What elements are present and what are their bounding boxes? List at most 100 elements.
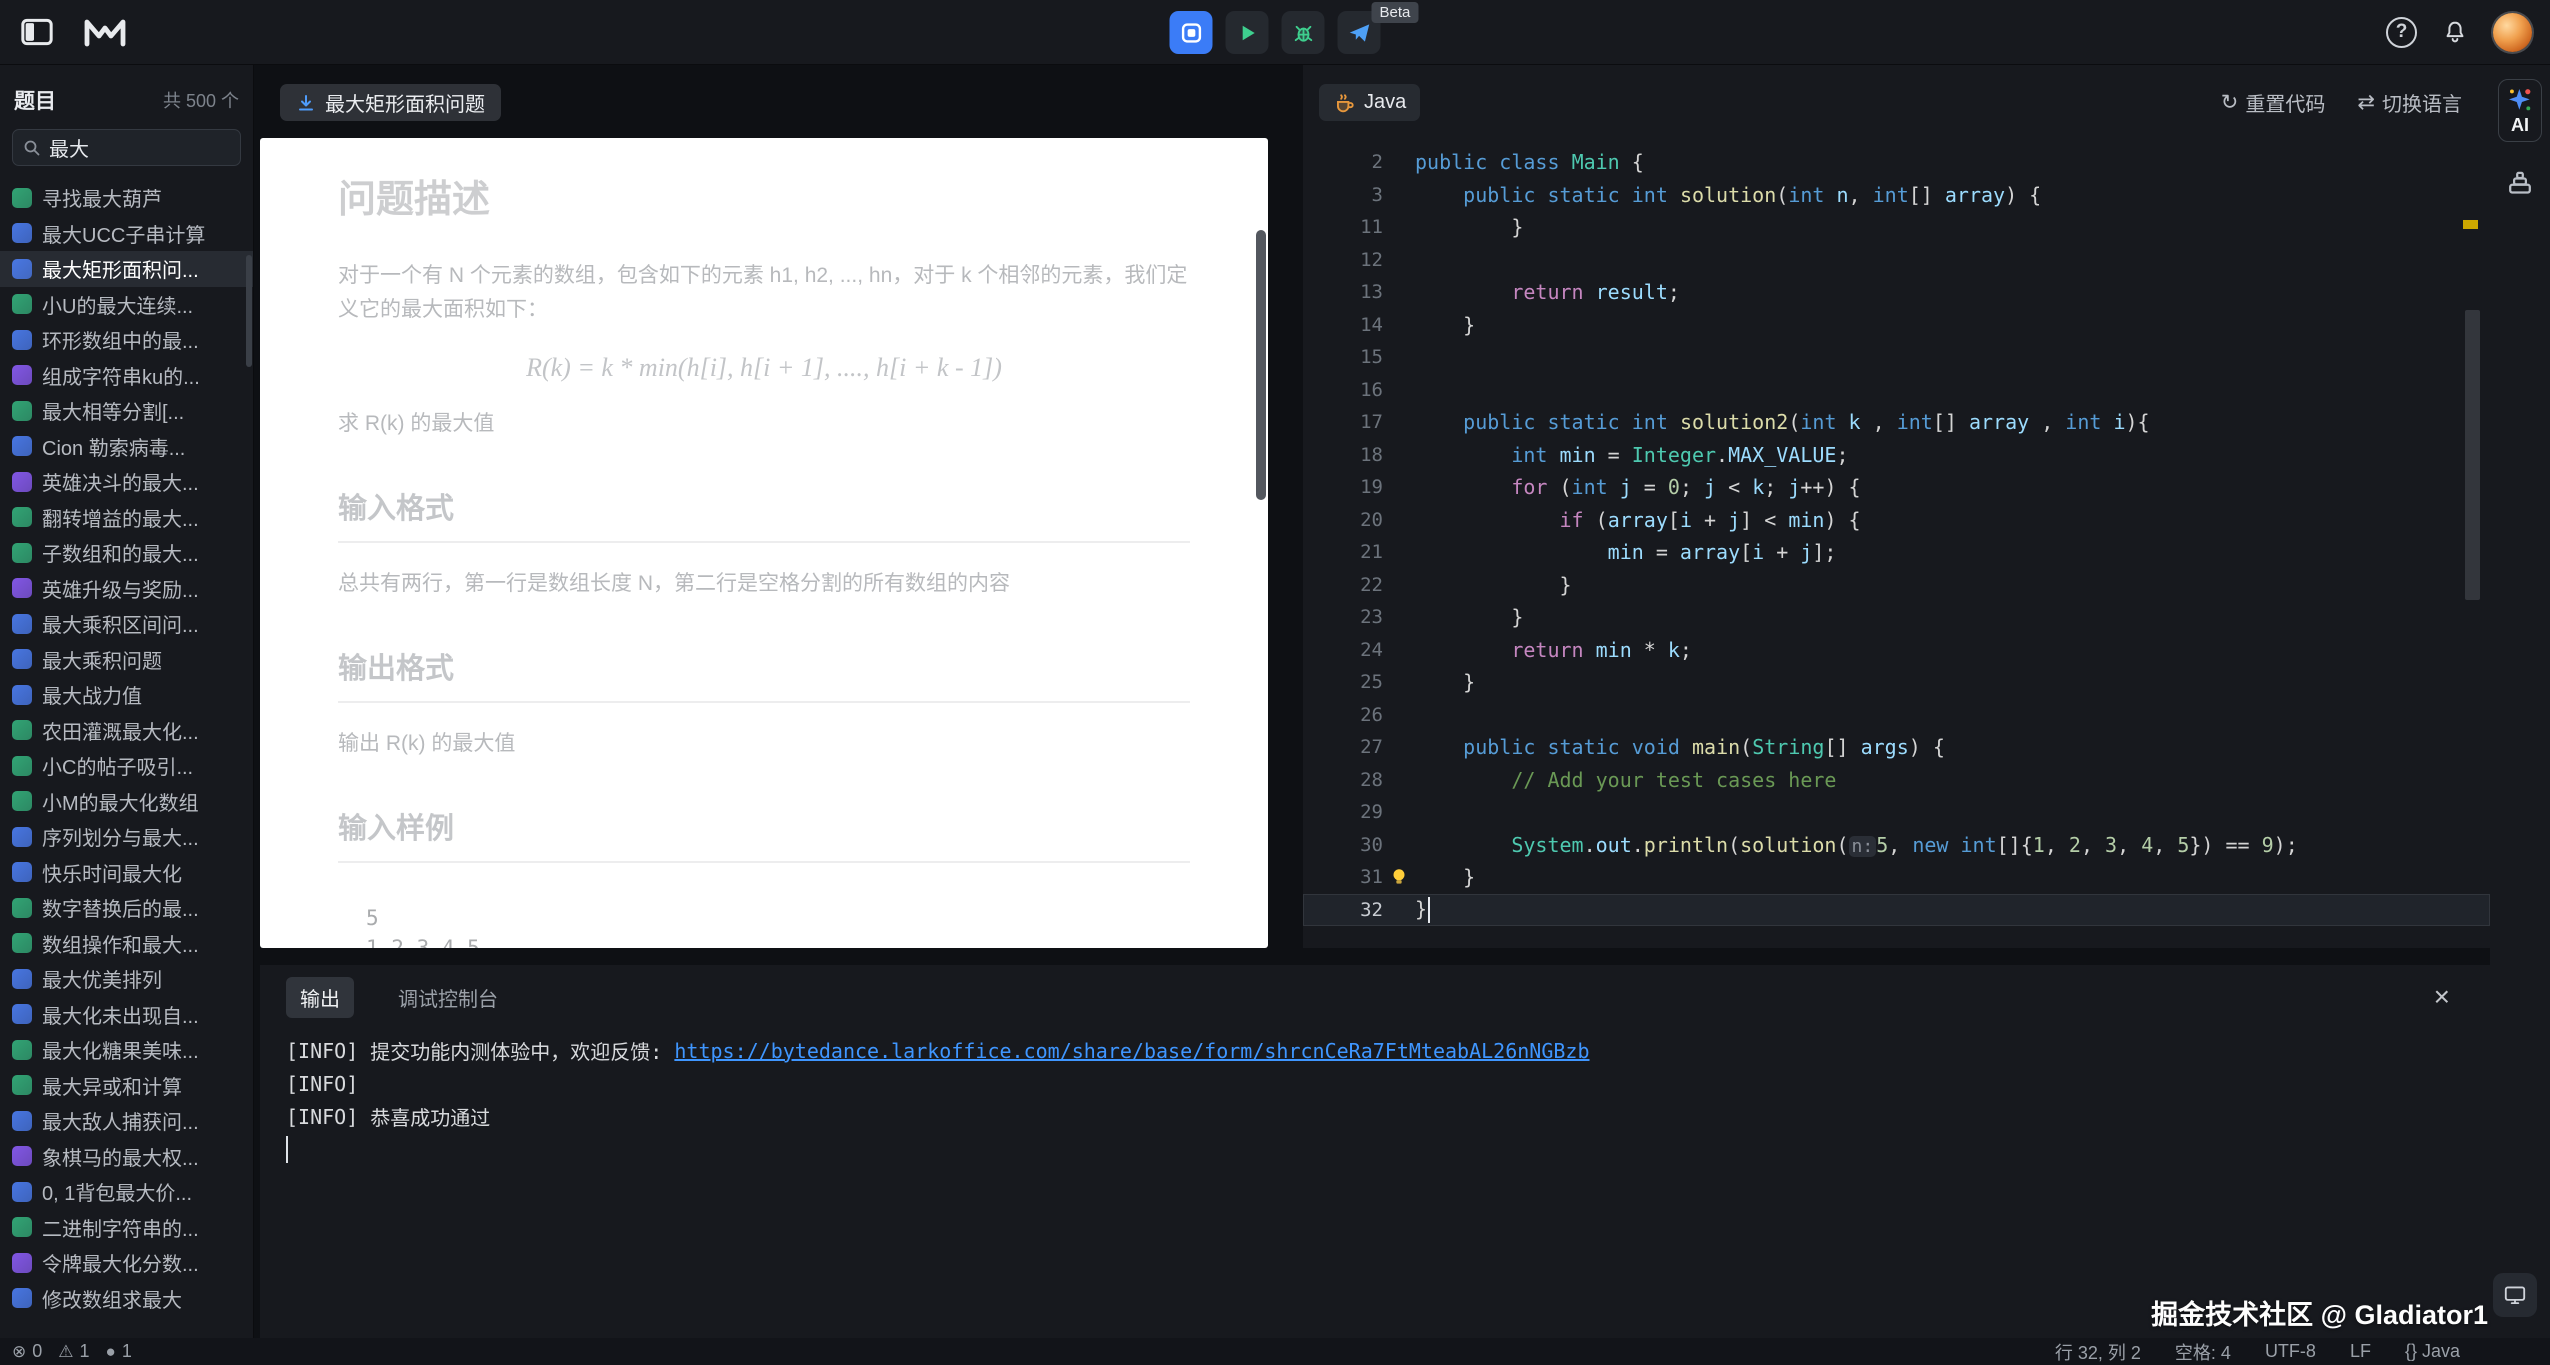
- problem-list-item[interactable]: 农田灌溉最大化...: [0, 713, 253, 749]
- debug-button[interactable]: [1282, 11, 1325, 54]
- status-segment[interactable]: {} Java: [2405, 1341, 2460, 1362]
- problem-list-item[interactable]: 最大化未出现自...: [0, 997, 253, 1033]
- code-line[interactable]: 18 int min = Integer.MAX_VALUE;: [1303, 439, 2490, 472]
- problem-list-item[interactable]: 数字替换后的最...: [0, 890, 253, 926]
- line-number[interactable]: 19: [1303, 476, 1383, 498]
- code-line[interactable]: 26: [1303, 699, 2490, 732]
- problem-list-item[interactable]: 子数组和的最大...: [0, 535, 253, 571]
- problem-list-item[interactable]: 二进制字符串的...: [0, 1210, 253, 1246]
- line-number[interactable]: 17: [1303, 411, 1383, 433]
- line-number[interactable]: 29: [1303, 801, 1383, 823]
- code-line[interactable]: 16: [1303, 374, 2490, 407]
- problem-list-item[interactable]: 最大矩形面积问...: [0, 251, 253, 287]
- problem-list-item[interactable]: 英雄升级与奖励...: [0, 571, 253, 607]
- line-number[interactable]: 16: [1303, 379, 1383, 401]
- warning-indicator[interactable]: ⚠1: [58, 1341, 89, 1362]
- code-line[interactable]: 23 }: [1303, 601, 2490, 634]
- problem-list-item[interactable]: 最大异或和计算: [0, 1068, 253, 1104]
- line-number[interactable]: 22: [1303, 574, 1383, 596]
- user-avatar[interactable]: [2493, 13, 2532, 52]
- line-number[interactable]: 20: [1303, 509, 1383, 531]
- editor-scrollbar[interactable]: [2465, 310, 2480, 600]
- problem-list-item[interactable]: 英雄决斗的最大...: [0, 464, 253, 500]
- code-area[interactable]: 2public class Main {3 public static int …: [1303, 146, 2490, 948]
- tab-output[interactable]: 输出: [286, 977, 354, 1018]
- circle-dot-indicator[interactable]: ●1: [106, 1341, 132, 1362]
- line-number[interactable]: 21: [1303, 541, 1383, 563]
- marscode-logo[interactable]: [82, 16, 128, 48]
- code-line[interactable]: 17 public static int solution2(int k , i…: [1303, 406, 2490, 439]
- line-number[interactable]: 14: [1303, 314, 1383, 336]
- line-number[interactable]: 28: [1303, 769, 1383, 791]
- problem-list-item[interactable]: 令牌最大化分数...: [0, 1245, 253, 1281]
- code-line[interactable]: 19 for (int j = 0; j < k; j++) {: [1303, 471, 2490, 504]
- line-number[interactable]: 30: [1303, 834, 1383, 856]
- sidebar-toggle-icon[interactable]: [20, 17, 54, 47]
- problem-list-item[interactable]: 小U的最大连续...: [0, 287, 253, 323]
- notifications-button[interactable]: [2441, 18, 2469, 46]
- problem-list-item[interactable]: 快乐时间最大化: [0, 855, 253, 891]
- code-line[interactable]: 20 if (array[i + j] < min) {: [1303, 504, 2490, 537]
- circle-cross-indicator[interactable]: ⊗0: [12, 1341, 42, 1362]
- problem-list-item[interactable]: 最大优美排列: [0, 961, 253, 997]
- status-segment[interactable]: UTF-8: [2265, 1341, 2316, 1362]
- device-preview-button[interactable]: [2493, 1273, 2537, 1317]
- problem-list-item[interactable]: 修改数组求最大: [0, 1281, 253, 1317]
- code-line[interactable]: 21 min = array[i + j];: [1303, 536, 2490, 569]
- code-line[interactable]: 12: [1303, 244, 2490, 277]
- problem-list-item[interactable]: 最大乘积区间问...: [0, 606, 253, 642]
- switch-language-button[interactable]: ⇄ 切换语言: [2357, 88, 2462, 117]
- code-line[interactable]: 11 }: [1303, 211, 2490, 244]
- submit-button[interactable]: Beta: [1338, 11, 1381, 54]
- problem-list-item[interactable]: 最大相等分割[...: [0, 393, 253, 429]
- help-button[interactable]: ?: [2386, 17, 2417, 48]
- line-number[interactable]: 11: [1303, 216, 1383, 238]
- problem-list-item[interactable]: 组成字符串ku的...: [0, 358, 253, 394]
- ai-assistant-button[interactable]: AI: [2498, 79, 2542, 142]
- tab-debug-console[interactable]: 调试控制台: [384, 977, 512, 1018]
- lightbulb-icon[interactable]: [1383, 866, 1415, 888]
- run-button[interactable]: [1226, 11, 1269, 54]
- line-number[interactable]: 27: [1303, 736, 1383, 758]
- status-segment[interactable]: LF: [2350, 1341, 2371, 1362]
- code-line[interactable]: 28 // Add your test cases here: [1303, 764, 2490, 797]
- line-number[interactable]: 2: [1303, 151, 1383, 173]
- line-number[interactable]: 23: [1303, 606, 1383, 628]
- problem-list-item[interactable]: 环形数组中的最...: [0, 322, 253, 358]
- code-line[interactable]: 27 public static void main(String[] args…: [1303, 731, 2490, 764]
- training-ground-icon[interactable]: [2506, 168, 2534, 201]
- sidebar-scrollbar[interactable]: [246, 255, 252, 367]
- line-number[interactable]: 12: [1303, 249, 1383, 271]
- line-number[interactable]: 25: [1303, 671, 1383, 693]
- line-number[interactable]: 3: [1303, 184, 1383, 206]
- language-tab-java[interactable]: Java: [1319, 84, 1420, 121]
- problem-list-item[interactable]: 小C的帖子吸引...: [0, 748, 253, 784]
- problem-list-item[interactable]: 数组操作和最大...: [0, 926, 253, 962]
- problem-tab[interactable]: 最大矩形面积问题: [280, 84, 501, 121]
- problem-list-item[interactable]: 最大乘积问题: [0, 642, 253, 678]
- console-link[interactable]: https://bytedance.larkoffice.com/share/b…: [674, 1039, 1589, 1063]
- status-segment[interactable]: 空格: 4: [2175, 1339, 2231, 1365]
- code-line[interactable]: 25 }: [1303, 666, 2490, 699]
- code-line[interactable]: 2public class Main {: [1303, 146, 2490, 179]
- problem-list-item[interactable]: 最大敌人捕获问...: [0, 1103, 253, 1139]
- code-line[interactable]: 29: [1303, 796, 2490, 829]
- code-line[interactable]: 22 }: [1303, 569, 2490, 602]
- line-number[interactable]: 24: [1303, 639, 1383, 661]
- problem-list-item[interactable]: 小M的最大化数组: [0, 784, 253, 820]
- line-number[interactable]: 15: [1303, 346, 1383, 368]
- status-segment[interactable]: 行 32, 列 2: [2055, 1339, 2141, 1365]
- problem-list-item[interactable]: 翻转增益的最大...: [0, 500, 253, 536]
- line-number[interactable]: 31: [1303, 866, 1383, 888]
- code-line[interactable]: 15: [1303, 341, 2490, 374]
- line-number[interactable]: 32: [1303, 899, 1383, 921]
- line-number[interactable]: 13: [1303, 281, 1383, 303]
- line-number[interactable]: 26: [1303, 704, 1383, 726]
- problem-list-item[interactable]: 最大UCC子串计算: [0, 216, 253, 252]
- search-input[interactable]: [49, 136, 230, 159]
- problem-list-item[interactable]: 序列划分与最大...: [0, 819, 253, 855]
- reset-code-button[interactable]: ↻ 重置代码: [2221, 88, 2326, 117]
- problem-list-item[interactable]: 最大战力值: [0, 677, 253, 713]
- code-line[interactable]: 24 return min * k;: [1303, 634, 2490, 667]
- problem-list-item[interactable]: 象棋马的最大权...: [0, 1139, 253, 1175]
